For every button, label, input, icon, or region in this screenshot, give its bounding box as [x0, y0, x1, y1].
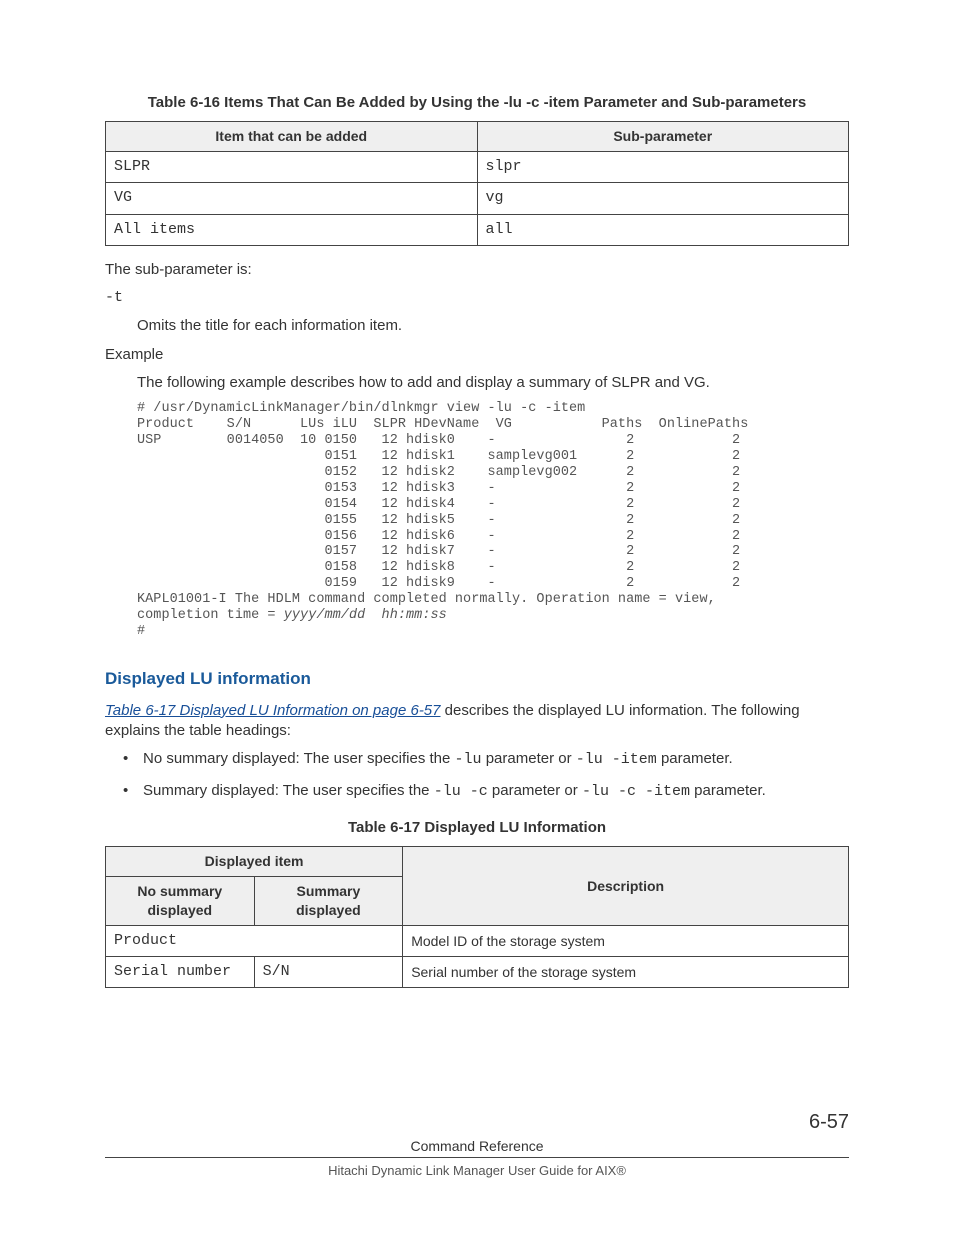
code-line: USP 0014050 10 0150 12 hdisk0 - 2 2: [137, 433, 740, 448]
cell: S/N: [254, 957, 403, 988]
page: Table 6-16 Items That Can Be Added by Us…: [0, 0, 954, 1235]
bullet-text: Summary displayed: The user specifies th…: [143, 782, 434, 799]
table617-h-dispitem: Displayed item: [106, 847, 403, 877]
code-inline: -lu -item: [576, 751, 657, 768]
table617-h-sum: Summary displayed: [254, 877, 403, 926]
code-line: 0157 12 hdisk7 - 2 2: [137, 544, 740, 559]
code-line: completion time =: [137, 608, 284, 623]
footer-rule: [105, 1157, 849, 1158]
table616: Item that can be added Sub-parameter SLP…: [105, 121, 849, 246]
code-line-italic: yyyy/mm/dd hh:mm:ss: [284, 608, 447, 623]
code-inline: -lu -c: [434, 783, 488, 800]
cell: Serial number of the storage system: [403, 957, 849, 988]
table-row: All items all: [106, 214, 849, 245]
subparam-t-desc: Omits the title for each information ite…: [137, 316, 849, 336]
bullet-text: No summary displayed: The user specifies…: [143, 750, 455, 767]
page-number: 6-57: [809, 1109, 849, 1136]
code-line: 0151 12 hdisk1 samplevg001 2 2: [137, 449, 740, 464]
cell: All items: [106, 214, 478, 245]
subparam-t: -t: [105, 288, 849, 308]
code-line: 0155 12 hdisk5 - 2 2: [137, 513, 740, 528]
subparam-intro: The sub-parameter is:: [105, 260, 849, 280]
code-inline: -lu -c -item: [582, 783, 690, 800]
code-line: 0158 12 hdisk8 - 2 2: [137, 560, 740, 575]
code-line: 0154 12 hdisk4 - 2 2: [137, 497, 740, 512]
bullet-text: parameter or: [482, 750, 576, 767]
page-footer: 6-57 Command Reference Hitachi Dynamic L…: [105, 1137, 849, 1180]
table617-caption: Table 6-17 Displayed LU Information: [105, 818, 849, 838]
table-row: Serial number S/N Serial number of the s…: [106, 957, 849, 988]
code-line: #: [137, 624, 145, 639]
footer-cmdref: Command Reference: [105, 1137, 849, 1158]
table617-h-desc: Description: [403, 847, 849, 926]
table-row: VG vg: [106, 183, 849, 214]
table616-h2: Sub-parameter: [477, 122, 849, 152]
code-line: 0153 12 hdisk3 - 2 2: [137, 481, 740, 496]
table-row: Product Model ID of the storage system: [106, 925, 849, 956]
xref-para: Table 6-17 Displayed LU Information on p…: [105, 701, 849, 742]
table616-caption: Table 6-16 Items That Can Be Added by Us…: [105, 93, 849, 113]
example-desc: The following example describes how to a…: [137, 373, 849, 393]
code-line: 0156 12 hdisk6 - 2 2: [137, 529, 740, 544]
section-heading: Displayed LU information: [105, 668, 849, 691]
code-line: 0152 12 hdisk2 samplevg002 2 2: [137, 465, 740, 480]
table617-h-nosum: No summary displayed: [106, 877, 255, 926]
code-line: 0159 12 hdisk9 - 2 2: [137, 576, 740, 591]
cell: slpr: [477, 152, 849, 183]
cell: Product: [106, 925, 403, 956]
cell: vg: [477, 183, 849, 214]
code-line: Product S/N LUs iLU SLPR HDevName VG Pat…: [137, 417, 748, 432]
bullet-text: parameter.: [690, 782, 766, 799]
list-item: No summary displayed: The user specifies…: [143, 749, 849, 770]
table617: Displayed item Description No summary di…: [105, 846, 849, 988]
code-line: KAPL01001-I The HDLM command completed n…: [137, 592, 716, 607]
bullet-text: parameter or: [488, 782, 582, 799]
footer-book-title: Hitachi Dynamic Link Manager User Guide …: [105, 1162, 849, 1180]
example-label: Example: [105, 345, 849, 365]
cell: VG: [106, 183, 478, 214]
code-inline: -lu: [455, 751, 482, 768]
cell: Serial number: [106, 957, 255, 988]
bullet-text: parameter.: [657, 750, 733, 767]
code-line: # /usr/DynamicLinkManager/bin/dlnkmgr vi…: [137, 401, 585, 416]
cell: Model ID of the storage system: [403, 925, 849, 956]
xref-link[interactable]: Table 6-17 Displayed LU Information on p…: [105, 702, 441, 719]
code-block: # /usr/DynamicLinkManager/bin/dlnkmgr vi…: [137, 401, 849, 640]
table616-h1: Item that can be added: [106, 122, 478, 152]
list-item: Summary displayed: The user specifies th…: [143, 781, 849, 802]
bullet-list: No summary displayed: The user specifies…: [105, 749, 849, 802]
table-row: SLPR slpr: [106, 152, 849, 183]
cell: all: [477, 214, 849, 245]
cell: SLPR: [106, 152, 478, 183]
